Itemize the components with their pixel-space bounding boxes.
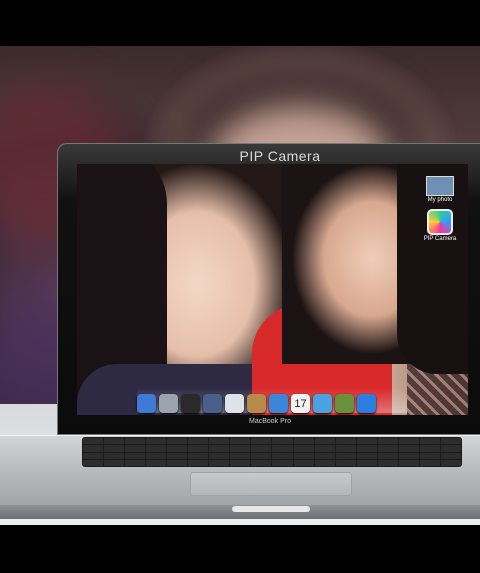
safari-icon[interactable] <box>313 394 332 413</box>
keyboard-key <box>167 452 188 459</box>
keyboard-key <box>272 445 293 452</box>
keyboard-key <box>293 445 314 452</box>
letterbox-top <box>0 0 480 46</box>
keyboard-key <box>335 438 356 445</box>
dashboard-icon[interactable] <box>181 394 200 413</box>
keyboard-key <box>440 438 461 445</box>
keyboard-key <box>83 438 104 445</box>
folder-thumbnail-icon <box>426 176 454 196</box>
mission-control-icon[interactable] <box>203 394 222 413</box>
desktop-icon-my-photo[interactable]: My photo <box>422 176 458 203</box>
mail-icon[interactable] <box>225 394 244 413</box>
keyboard-key <box>377 445 398 452</box>
keyboard-key <box>293 438 314 445</box>
keyboard-key <box>398 459 419 466</box>
keyboard-key <box>335 445 356 452</box>
keyboard-key <box>104 452 125 459</box>
keyboard-key <box>419 459 440 466</box>
keyboard-key <box>398 452 419 459</box>
keyboard-key <box>230 459 251 466</box>
keyboard-key <box>440 452 461 459</box>
keyboard-key <box>125 452 146 459</box>
keyboard-key <box>146 445 167 452</box>
keyboard-key <box>272 438 293 445</box>
laptop-screen-photo: My photo PIP Camera 17 <box>77 164 468 415</box>
keyboard-key <box>209 452 230 459</box>
keyboard-key <box>293 459 314 466</box>
keyboard-key <box>314 438 335 445</box>
keyboard-key <box>356 452 377 459</box>
desktop-icons: My photo PIP Camera <box>422 176 462 248</box>
keyboard-key <box>146 438 167 445</box>
keyboard-key <box>356 438 377 445</box>
keyboard-key <box>377 459 398 466</box>
keyboard-key <box>125 459 146 466</box>
keyboard-key <box>167 438 188 445</box>
keyboard-key <box>419 452 440 459</box>
desktop-icon-pip-camera[interactable]: PIP Camera <box>422 209 458 242</box>
keyboard-key <box>188 459 209 466</box>
trackpad <box>190 472 352 496</box>
keyboard-key <box>314 452 335 459</box>
keyboard-key <box>104 445 125 452</box>
keyboard-key <box>335 459 356 466</box>
keyboard-key <box>251 438 272 445</box>
keyboard-key <box>440 459 461 466</box>
dock: 17 <box>137 388 407 413</box>
keyboard-key <box>146 452 167 459</box>
laptop-brand-label: MacBook Pro <box>248 418 292 425</box>
keyboard-key <box>167 445 188 452</box>
keyboard-key <box>83 452 104 459</box>
keyboard-key <box>188 438 209 445</box>
keyboard-key <box>230 445 251 452</box>
keyboard-key <box>251 452 272 459</box>
keyboard-key <box>314 445 335 452</box>
keyboard-key <box>188 445 209 452</box>
keyboard-key <box>209 459 230 466</box>
keyboard-key <box>167 459 188 466</box>
keyboard-key <box>293 452 314 459</box>
keyboard-key <box>440 445 461 452</box>
keyboard-key <box>251 445 272 452</box>
iphoto-icon[interactable] <box>335 394 354 413</box>
keyboard-key <box>146 459 167 466</box>
keyboard-key <box>335 452 356 459</box>
keyboard-key <box>356 459 377 466</box>
keyboard-key <box>188 452 209 459</box>
calendar-icon[interactable]: 17 <box>291 394 310 413</box>
keyboard <box>82 437 462 467</box>
keyboard-key <box>398 445 419 452</box>
keyboard-key <box>419 445 440 452</box>
itunes-icon[interactable] <box>269 394 288 413</box>
laptop-latch <box>232 506 310 512</box>
keyboard-key <box>230 438 251 445</box>
window-title: PIP Camera <box>239 148 321 164</box>
app-store-icon[interactable] <box>357 394 376 413</box>
keyboard-key <box>83 445 104 452</box>
launchpad-icon[interactable] <box>159 394 178 413</box>
keyboard-key <box>398 438 419 445</box>
letterbox-bottom <box>0 525 480 573</box>
keyboard-key <box>209 445 230 452</box>
keyboard-key <box>419 438 440 445</box>
keyboard-key <box>272 452 293 459</box>
keyboard-key <box>251 459 272 466</box>
keyboard-key <box>104 459 125 466</box>
keyboard-key <box>125 445 146 452</box>
keyboard-key <box>314 459 335 466</box>
keyboard-key <box>356 445 377 452</box>
keyboard-key <box>125 438 146 445</box>
pip-camera-app-icon <box>427 209 453 235</box>
keyboard-key <box>104 438 125 445</box>
finder-icon[interactable] <box>137 394 156 413</box>
keyboard-key <box>230 452 251 459</box>
keyboard-key <box>377 438 398 445</box>
keyboard-key <box>272 459 293 466</box>
keyboard-key <box>377 452 398 459</box>
keyboard-key <box>209 438 230 445</box>
contacts-icon[interactable] <box>247 394 266 413</box>
keyboard-key <box>83 459 104 466</box>
